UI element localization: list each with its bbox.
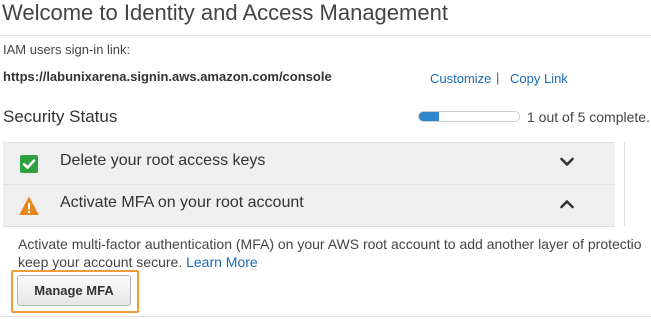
link-separator: | — [496, 70, 500, 85]
security-progress-bar — [418, 111, 520, 122]
checklist-item-label: Activate MFA on your root account — [60, 194, 304, 211]
chevron-down-icon[interactable] — [559, 154, 575, 170]
customize-link[interactable]: Customize — [430, 71, 491, 86]
warning-icon — [19, 196, 39, 216]
checklist-item-delete-root-keys[interactable]: Delete your root access keys — [3, 142, 615, 185]
copy-link[interactable]: Copy Link — [510, 71, 568, 86]
mfa-description-continued: keep your account secure. Learn More — [18, 254, 258, 270]
page-title: Welcome to Identity and Access Managemen… — [2, 0, 448, 25]
learn-more-link[interactable]: Learn More — [186, 254, 258, 270]
panel-divider — [624, 142, 625, 226]
checklist-item-activate-mfa[interactable]: Activate MFA on your root account — [3, 184, 615, 227]
security-status-title: Security Status — [3, 107, 118, 126]
signin-link-label: IAM users sign-in link: — [3, 42, 131, 57]
check-icon — [19, 154, 39, 174]
security-progress-text: 1 out of 5 complete. — [527, 109, 650, 125]
chevron-up-icon[interactable] — [559, 196, 575, 212]
manage-mfa-button[interactable]: Manage MFA — [17, 275, 131, 306]
checklist-item-label: Delete your root access keys — [60, 152, 266, 169]
security-progress-fill — [419, 112, 439, 121]
mfa-description: Activate multi-factor authentication (MF… — [18, 236, 642, 252]
title-divider — [0, 35, 651, 36]
signin-link-url: https://labunixarena.signin.aws.amazon.c… — [3, 69, 332, 84]
mfa-description-text: keep your account secure. — [18, 254, 183, 270]
bottom-divider — [0, 316, 651, 317]
